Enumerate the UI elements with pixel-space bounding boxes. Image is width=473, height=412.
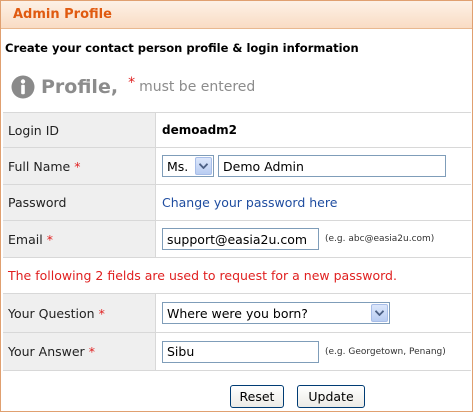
info-icon [11, 75, 35, 99]
full-name-input[interactable] [218, 155, 446, 177]
security-question-select[interactable]: Where were you born? [162, 302, 390, 324]
full-name-row: Full Name * Ms. [3, 148, 471, 185]
profile-heading: Profile, * must be entered [11, 71, 255, 103]
email-row: Email* (e.g. abc@easia2u.com) [3, 221, 471, 258]
login-id-value: demoadm2 [162, 123, 238, 137]
email-input[interactable] [162, 228, 319, 250]
required-note-text: must be entered [139, 79, 256, 95]
chevron-down-icon [371, 304, 388, 322]
update-button[interactable]: Update [297, 385, 365, 408]
admin-profile-panel: Admin Profile Create your contact person… [0, 0, 473, 412]
login-id-label: Login ID [3, 113, 156, 147]
email-hint: (e.g. abc@easia2u.com) [325, 234, 435, 244]
required-note: * must be entered [128, 75, 256, 95]
answer-row: Your Answer* (e.g. Georgetown, Penang) [3, 333, 471, 371]
change-password-link[interactable]: Change your password here [162, 195, 337, 210]
question-row: Your Question * Where were you born? [3, 294, 471, 333]
chevron-down-icon [195, 157, 212, 175]
login-id-row: Login ID demoadm2 [3, 113, 471, 148]
reset-button[interactable]: Reset [230, 385, 284, 408]
title-select[interactable]: Ms. [162, 155, 214, 177]
question-label: Your Question * [3, 294, 156, 332]
full-name-label: Full Name * [3, 148, 156, 184]
panel-title: Admin Profile [1, 1, 472, 29]
answer-label: Your Answer * [3, 333, 156, 370]
answer-hint: (e.g. Georgetown, Penang) [325, 346, 446, 357]
email-label: Email * [3, 221, 156, 257]
intro-text: Create your contact person profile & log… [5, 41, 359, 55]
required-star: * [128, 75, 136, 91]
password-row: Password Change your password here [3, 185, 471, 221]
profile-heading-label: Profile, [41, 76, 119, 98]
password-label: Password [3, 185, 156, 220]
profile-form: Login ID demoadm2 Full Name * Ms. Demo A… [3, 112, 471, 371]
password-recovery-note: The following 2 fields are used to reque… [3, 258, 471, 294]
answer-input[interactable] [162, 340, 319, 363]
